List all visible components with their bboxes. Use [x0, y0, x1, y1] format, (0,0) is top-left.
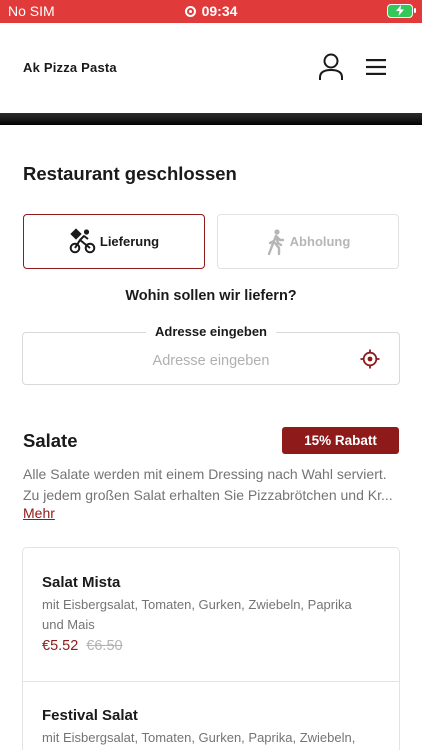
app-header: Ak Pizza Pasta — [0, 23, 422, 113]
header-banner-image — [0, 113, 422, 125]
pickup-option-button[interactable]: Abholung — [217, 214, 399, 269]
delivery-label: Lieferung — [99, 234, 160, 249]
category-title: Salate — [23, 430, 78, 451]
status-time-group: 09:34 — [0, 3, 422, 19]
battery-icon — [387, 4, 416, 18]
menu-item-list: Salat Mista mit Eisbergsalat, Tomaten, G… — [22, 547, 400, 750]
restaurant-status: Restaurant geschlossen — [23, 163, 237, 184]
address-input[interactable] — [63, 353, 359, 369]
delivery-question: Wohin sollen wir liefern? — [125, 288, 297, 304]
user-icon[interactable] — [318, 53, 344, 81]
status-time: 09:34 — [201, 3, 238, 19]
discount-badge: 15% Rabatt — [282, 427, 399, 454]
menu-item-description: mit Eisbergsalat, Tomaten, Gurken, Zwieb… — [42, 597, 352, 632]
recording-icon — [184, 6, 196, 17]
category-description-line: Zu jedem großen Salat erhalten Sie Pizza… — [23, 487, 393, 503]
charging-bolt-icon — [396, 5, 404, 16]
menu-item-old-price: €6.50 — [86, 638, 123, 654]
address-field-label: Adresse eingeben — [146, 324, 276, 339]
pickup-label: Abholung — [289, 234, 351, 249]
category-description-line: Alle Salate werden mit einem Dressing na… — [23, 466, 387, 482]
locate-icon[interactable] — [360, 349, 380, 369]
restaurant-name[interactable]: Ak Pizza Pasta — [23, 60, 117, 75]
menu-item-name: Salat Mista — [42, 574, 121, 591]
menu-item-prices: €5.52 €6.50 — [42, 638, 123, 654]
menu-icon[interactable] — [364, 57, 388, 77]
more-link[interactable]: Mehr — [23, 505, 55, 521]
category-description: Alle Salate werden mit einem Dressing na… — [23, 464, 403, 506]
menu-item-name: Festival Salat — [42, 707, 138, 724]
delivery-option-button[interactable]: Lieferung — [23, 214, 205, 269]
menu-item[interactable]: Salat Mista mit Eisbergsalat, Tomaten, G… — [23, 548, 399, 681]
menu-item[interactable]: Festival Salat mit Eisbergsalat, Tomaten… — [23, 681, 399, 750]
walking-icon — [266, 228, 286, 255]
bicycle-icon — [69, 228, 96, 255]
status-bar: No SIM 09:34 — [0, 0, 422, 23]
menu-item-description: mit Eisbergsalat, Tomaten, Gurken, Papri… — [42, 730, 356, 745]
address-field[interactable]: Adresse eingeben — [22, 324, 400, 385]
menu-item-price: €5.52 — [42, 638, 79, 654]
